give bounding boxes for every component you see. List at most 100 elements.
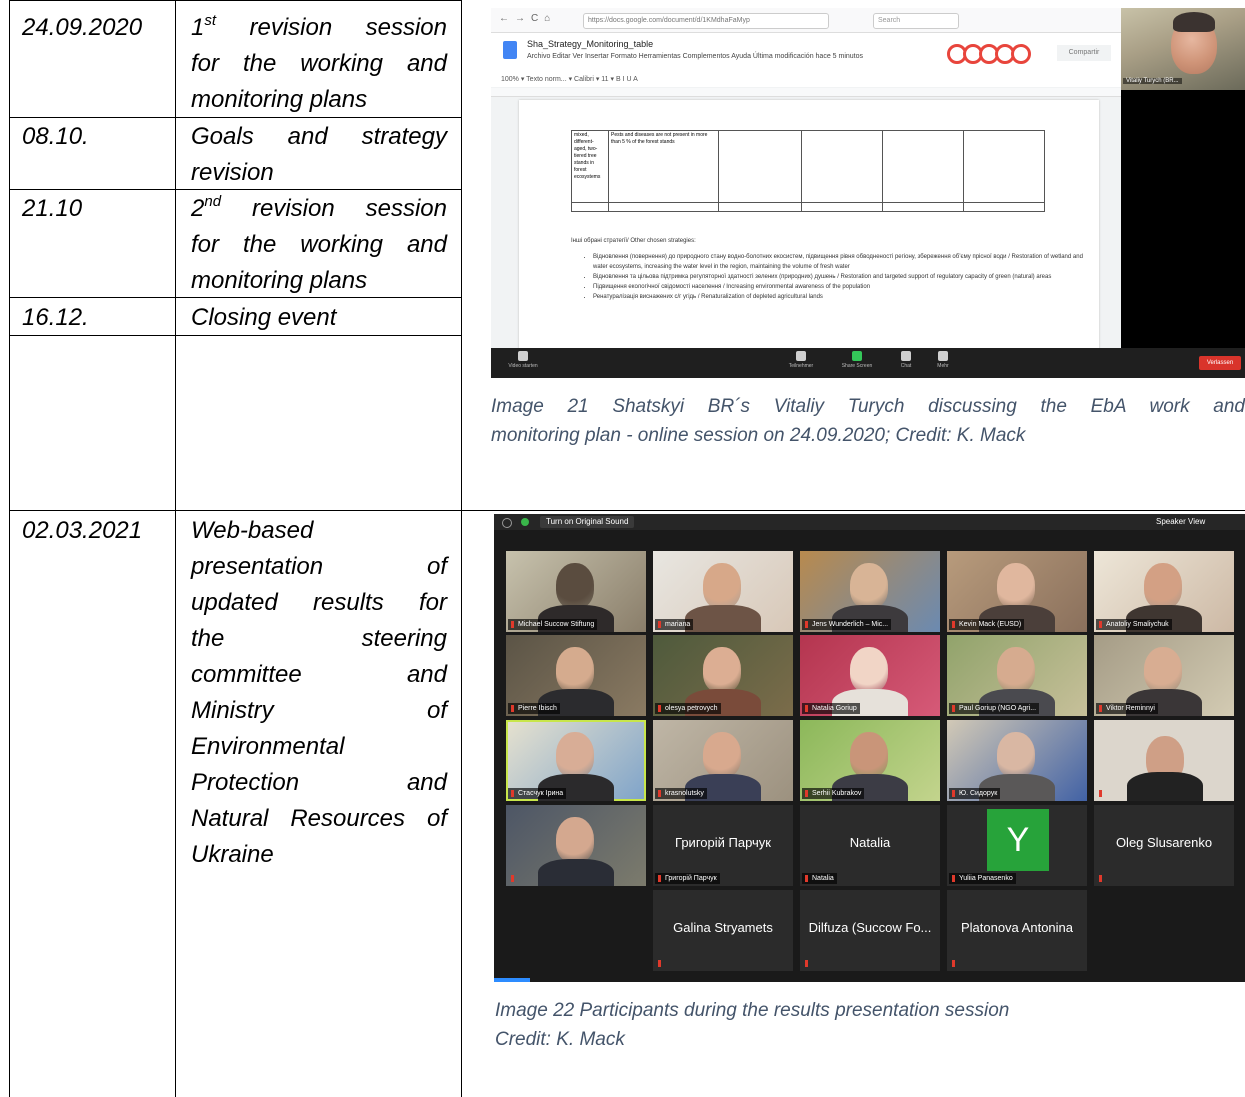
participant-tile: Jens Wunderlich – Mic... (800, 551, 940, 632)
date-cell: 16.12. (22, 304, 89, 331)
strategy-item: Відновлення (повернення) до природного с… (593, 252, 1091, 272)
participant-display-name: Dilfuza (Succow Fo... (808, 920, 932, 935)
participant-tile (1094, 720, 1234, 801)
event-cell: Web-based presentation of updated result… (191, 513, 447, 873)
participant-name: Григорій Парчук (655, 873, 720, 884)
participant-name: mariana (655, 619, 694, 630)
participants-button: Teilnehmer (781, 351, 821, 369)
event-line: committee and (191, 661, 447, 688)
participant-name: Yuliia Panasenko (949, 873, 1016, 884)
event-line: Ukraine (191, 841, 274, 868)
doc-cell: Pests and diseases are not present in mo… (608, 130, 719, 203)
event-line: Goals and strategy (191, 123, 447, 150)
event-line: monitoring plans (191, 86, 368, 113)
participant-face (1144, 563, 1182, 609)
event-line: 1st revision session (191, 12, 447, 41)
participant-tile: Oleg Slusarenko (1094, 805, 1234, 886)
participant-name: Ю. Сидорук (949, 788, 1001, 799)
event-line: Environmental (191, 733, 345, 760)
participant-name: Стасчук Ірина (508, 788, 567, 799)
doc-text: Інші обрані стратегії/ Other chosen stra… (571, 236, 1091, 302)
participants-icon (796, 351, 806, 361)
event-line: updated results for (191, 589, 447, 616)
participant-tile: Dilfuza (Succow Fo... (800, 890, 940, 971)
participant-body (1127, 772, 1203, 801)
participant-tile: krasnolutsky (653, 720, 793, 801)
doc-cell (718, 130, 802, 203)
participant-name: Natalia (802, 873, 837, 884)
event-line: for the working and (191, 231, 447, 258)
strategy-item: Підвищення екологічної свідомості населе… (593, 282, 1091, 292)
participant-name: olesya petrovych (655, 703, 721, 714)
strategy-list: Відновлення (повернення) до природного с… (571, 252, 1091, 302)
docs-toolbar: 100% ▾ Texto norm... ▾ Calibri ▾ 11 ▾ B … (491, 73, 1131, 87)
mic-muted-icon (805, 960, 808, 967)
mic-muted-icon (511, 875, 514, 882)
shield-icon (521, 518, 529, 526)
participant-face (997, 563, 1035, 609)
participant-display-name: Natalia (849, 835, 891, 850)
participant-name: Serhii Kubrakov (802, 788, 865, 799)
participant-face (703, 647, 741, 693)
participant-display-name: Oleg Slusarenko (1115, 835, 1213, 850)
participant-tile: Y Yuliia Panasenko (947, 805, 1087, 886)
event-line: Web-based (191, 517, 314, 544)
participant-tile: Paul Goriup (NGO Agri... (947, 635, 1087, 716)
event-line: Protection and (191, 769, 447, 796)
event-line: Natural Resources of (191, 805, 447, 832)
date-cell: 08.10. (22, 123, 89, 150)
participant-tile: Григорій Парчук Григорій Парчук (653, 805, 793, 886)
mic-muted-icon (952, 960, 955, 967)
camera-off-icon (518, 351, 528, 361)
participant-face (703, 732, 741, 778)
row-divider (9, 0, 461, 1)
event-line: Ministry of (191, 697, 447, 724)
participant-tile: Natalia Natalia (800, 805, 940, 886)
participant-face (997, 647, 1035, 693)
event-cell: 1st revision session for the working and… (191, 10, 447, 118)
doc-title: Sha_Strategy_Monitoring_table (527, 39, 654, 49)
participant-tile: olesya petrovych (653, 635, 793, 716)
event-cell: Goals and strategy revision (191, 119, 447, 191)
avatar-letter: Y (987, 809, 1049, 871)
participant-tile: Natalia Goriup (800, 635, 940, 716)
video-panel (1121, 90, 1245, 358)
doc-table: mixed, different-aged, two-tiered tree s… (571, 130, 1045, 212)
column-divider (175, 0, 176, 1097)
caption-line: Image 22 Participants during the results… (495, 1000, 1010, 1021)
participant-tile: Стасчук Ірина (506, 720, 646, 801)
participant-name: Natalia Goriup (802, 703, 860, 714)
event-line: the steering (191, 625, 447, 652)
docs-header: Sha_Strategy_Monitoring_table Archivo Ed… (491, 33, 1121, 73)
strategy-item: Відновлення та цільова підтримка регулят… (593, 272, 1091, 282)
participant-face (556, 647, 594, 693)
participant-name: Pierre Ibisch (508, 703, 560, 714)
participant-face (556, 732, 594, 778)
participant-tile: Galina Stryamets (653, 890, 793, 971)
docs-menu: Archivo Editar Ver Insertar Formato Herr… (527, 53, 864, 60)
participant-tile: Serhii Kubrakov (800, 720, 940, 801)
other-strategies-heading: Інші обрані стратегії/ Other chosen stra… (571, 238, 696, 244)
event-line: presentation of (191, 553, 447, 580)
event-line: 2nd revision session (191, 193, 447, 222)
browser-toolbar: ←→C⌂ https://docs.google.com/document/d/… (491, 8, 1121, 33)
image-22-screenshot: Turn on Original Sound Speaker View Mich… (494, 514, 1245, 982)
browser-search: Search (873, 13, 959, 29)
participant-name: Michael Succow Stiftung (508, 619, 598, 630)
event-line: Closing event (191, 304, 337, 331)
date-cell: 21.10 (22, 195, 83, 222)
participant-tile: Pierre Ibisch (506, 635, 646, 716)
participant-display-name: Galina Stryamets (673, 920, 773, 935)
image-21-caption: Image 21 Shatskyi BR´s Vitaliy Turych di… (491, 392, 1245, 450)
caption-line: Credit: K. Mack (495, 1029, 625, 1050)
participant-tile: Kevin Mack (EUSD) (947, 551, 1087, 632)
participant-face (850, 732, 888, 778)
speaker-name: Vitaliy Turych (BR... (1123, 78, 1182, 84)
participant-display-name: Григорій Парчук (675, 835, 771, 850)
participant-face (850, 647, 888, 693)
doc-cell (801, 130, 883, 203)
participant-name: Jens Wunderlich – Mic... (802, 619, 892, 630)
info-icon (502, 518, 512, 528)
column-divider (9, 0, 10, 1097)
hair (1173, 12, 1215, 32)
